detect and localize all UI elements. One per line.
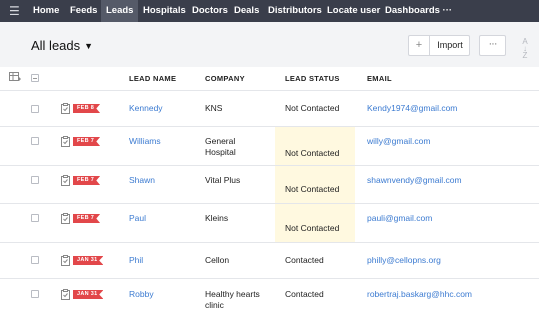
- company-cell: Vital Plus: [205, 175, 241, 185]
- lead-name-link[interactable]: Robby: [129, 289, 154, 300]
- lead-status-cell: Not Contacted: [285, 223, 340, 233]
- date-tag: FEB 7: [73, 176, 101, 185]
- email-link[interactable]: philly@cellopns.org: [367, 255, 441, 266]
- lead-status-cell: Contacted: [285, 289, 324, 299]
- row-checkbox[interactable]: [31, 256, 39, 264]
- task-icon[interactable]: [61, 175, 70, 186]
- column-settings-icon[interactable]: [9, 72, 21, 83]
- nav-feeds[interactable]: Feeds: [70, 0, 97, 22]
- lead-name-link[interactable]: Williams: [129, 136, 161, 147]
- email-link[interactable]: willy@gmail.com: [367, 136, 430, 147]
- table-row[interactable]: JAN 31 Phil Cellon Contacted philly@cell…: [0, 243, 539, 279]
- view-selector[interactable]: All leads ▼: [31, 38, 93, 53]
- table-row[interactable]: FEB 7 Shawn Vital Plus Not Contacted sha…: [0, 166, 539, 204]
- row-checkbox[interactable]: [31, 290, 39, 298]
- lead-status-cell: Not Contacted: [285, 148, 340, 158]
- date-tag: FEB 7: [73, 214, 101, 223]
- nav-dashboards[interactable]: Dashboards ···: [385, 0, 452, 22]
- nav-deals[interactable]: Deals: [234, 0, 259, 22]
- lead-name-link[interactable]: Phil: [129, 255, 143, 266]
- status-highlight: [275, 127, 355, 165]
- import-button-group: + Import: [408, 35, 470, 56]
- task-icon[interactable]: [61, 213, 70, 224]
- table-row[interactable]: FEB 7 Williams General Hospital Not Cont…: [0, 127, 539, 166]
- email-link[interactable]: shawnvendy@gmail.com: [367, 175, 462, 186]
- nav-distributors[interactable]: Distributors: [268, 0, 322, 22]
- date-tag: FEB 7: [73, 137, 101, 146]
- chevron-down-icon: ▼: [84, 41, 94, 51]
- page-title: All leads: [31, 38, 81, 53]
- lead-name-link[interactable]: Paul: [129, 213, 146, 224]
- email-link[interactable]: Kendy1974@gmail.com: [367, 103, 457, 114]
- add-icon[interactable]: +: [409, 36, 430, 55]
- table-header: LEAD NAME COMPANY LEAD STATUS EMAIL: [0, 67, 539, 91]
- nav-doctors[interactable]: Doctors: [192, 0, 228, 22]
- top-navigation: ☰ Home Feeds Leads Hospitals Doctors Dea…: [0, 0, 539, 22]
- email-link[interactable]: pauli@gmail.com: [367, 213, 432, 224]
- row-checkbox[interactable]: [31, 137, 39, 145]
- row-checkbox[interactable]: [31, 105, 39, 113]
- date-tag: JAN 31: [73, 256, 104, 265]
- table-row[interactable]: FEB 8 Kennedy KNS Not Contacted Kendy197…: [0, 91, 539, 127]
- lead-status-cell: Not Contacted: [285, 103, 340, 113]
- row-checkbox[interactable]: [31, 176, 39, 184]
- select-all-checkbox[interactable]: [31, 74, 39, 82]
- more-options-button[interactable]: ···: [479, 35, 506, 56]
- column-header-lead-status[interactable]: LEAD STATUS: [285, 74, 340, 83]
- lead-status-cell: Not Contacted: [285, 184, 340, 194]
- task-icon[interactable]: [61, 289, 70, 300]
- lead-status-cell: Contacted: [285, 255, 324, 265]
- company-cell: Cellon: [205, 255, 230, 265]
- company-cell: Healthy hearts clinic: [205, 289, 260, 310]
- company-cell: KNS: [205, 103, 223, 113]
- table-row[interactable]: JAN 31 Robby Healthy hearts clinic Conta…: [0, 279, 539, 315]
- table-row[interactable]: FEB 7 Paul Kleins Not Contacted pauli@gm…: [0, 204, 539, 243]
- sort-az-icon[interactable]: A ↓ Z: [519, 38, 531, 60]
- task-icon[interactable]: [61, 255, 70, 266]
- email-link[interactable]: robertraj.baskarg@hhc.com: [367, 289, 472, 300]
- lead-name-link[interactable]: Kennedy: [129, 103, 163, 114]
- nav-leads[interactable]: Leads: [101, 0, 139, 22]
- column-header-lead-name[interactable]: LEAD NAME: [129, 74, 176, 83]
- import-button[interactable]: Import: [430, 36, 470, 55]
- hamburger-icon[interactable]: ☰: [9, 3, 20, 19]
- date-tag: FEB 8: [73, 104, 101, 113]
- task-icon[interactable]: [61, 136, 70, 147]
- column-header-company[interactable]: COMPANY: [205, 74, 245, 83]
- company-cell: Kleins: [205, 213, 229, 223]
- task-icon[interactable]: [61, 103, 70, 114]
- row-checkbox[interactable]: [31, 214, 39, 222]
- nav-locate-user[interactable]: Locate user: [327, 0, 380, 22]
- company-cell: General Hospital: [205, 136, 236, 157]
- lead-name-link[interactable]: Shawn: [129, 175, 155, 186]
- column-header-email[interactable]: EMAIL: [367, 74, 392, 83]
- nav-home[interactable]: Home: [33, 0, 59, 22]
- nav-hospitals[interactable]: Hospitals: [143, 0, 186, 22]
- date-tag: JAN 31: [73, 290, 104, 299]
